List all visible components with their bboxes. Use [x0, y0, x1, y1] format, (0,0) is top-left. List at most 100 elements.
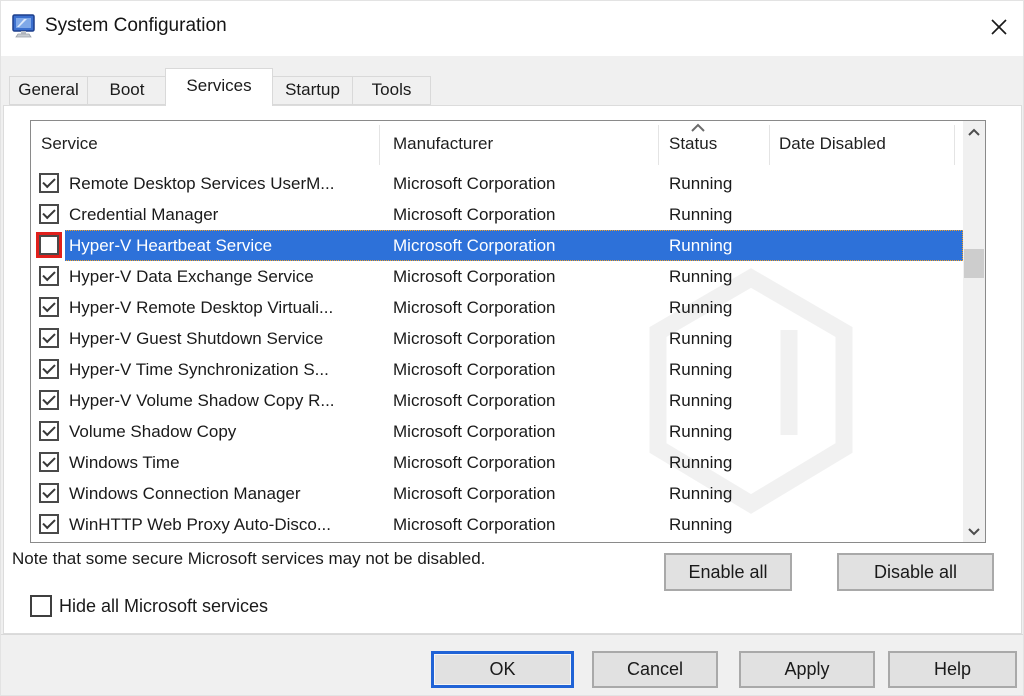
service-checkbox[interactable] [39, 328, 59, 348]
ok-button[interactable]: OK [431, 651, 574, 688]
service-name-cell: Volume Shadow Copy [69, 416, 236, 447]
service-checkbox[interactable] [39, 266, 59, 286]
manufacturer-cell: Microsoft Corporation [393, 447, 556, 478]
column-divider[interactable] [954, 125, 955, 165]
chevron-up-icon [967, 128, 981, 137]
service-row[interactable]: Hyper-V Remote Desktop Virtuali... Micro… [31, 292, 963, 323]
service-name-cell: Windows Time [69, 447, 180, 478]
service-checkbox[interactable] [39, 359, 59, 379]
apply-button[interactable]: Apply [739, 651, 875, 688]
tab-general[interactable]: General [9, 76, 88, 105]
service-name-cell: Hyper-V Data Exchange Service [69, 261, 314, 292]
tab-services[interactable]: Services [165, 68, 273, 106]
service-checkbox-cell [31, 416, 65, 447]
service-checkbox[interactable] [39, 204, 59, 224]
column-header-date-disabled[interactable]: Date Disabled [779, 134, 886, 154]
service-checkbox[interactable] [39, 483, 59, 503]
service-checkbox-cell [31, 478, 65, 509]
service-row[interactable]: Hyper-V Heartbeat Service Microsoft Corp… [31, 230, 963, 261]
service-row[interactable]: Windows Connection Manager Microsoft Cor… [31, 478, 963, 509]
status-cell: Running [669, 261, 732, 292]
status-cell: Running [669, 509, 732, 540]
service-checkbox[interactable] [39, 173, 59, 193]
service-name-cell: Hyper-V Volume Shadow Copy R... [69, 385, 335, 416]
manufacturer-cell: Microsoft Corporation [393, 168, 556, 199]
service-row[interactable]: Hyper-V Guest Shutdown Service Microsoft… [31, 323, 963, 354]
service-checkbox[interactable] [39, 452, 59, 472]
service-checkbox-cell [31, 323, 65, 354]
column-divider[interactable] [658, 125, 659, 165]
enable-all-button[interactable]: Enable all [664, 553, 792, 591]
column-header-manufacturer[interactable]: Manufacturer [393, 134, 493, 154]
status-cell: Running [669, 323, 732, 354]
status-cell: Running [669, 385, 732, 416]
help-button[interactable]: Help [888, 651, 1017, 688]
service-name-cell: Credential Manager [69, 199, 218, 230]
scroll-down-button[interactable] [963, 520, 985, 542]
status-cell: Running [669, 354, 732, 385]
disable-all-button[interactable]: Disable all [837, 553, 994, 591]
status-cell: Running [669, 447, 732, 478]
service-checkbox[interactable] [39, 297, 59, 317]
status-cell: Running [669, 292, 732, 323]
tab-startup[interactable]: Startup [272, 76, 353, 105]
service-checkbox[interactable] [39, 235, 59, 255]
hide-all-microsoft-services-label: Hide all Microsoft services [59, 596, 268, 617]
service-checkbox-cell [31, 292, 65, 323]
scroll-up-button[interactable] [963, 121, 985, 143]
column-header-status[interactable]: Status [669, 134, 717, 154]
service-checkbox[interactable] [39, 514, 59, 534]
service-row[interactable]: Volume Shadow Copy Microsoft Corporation… [31, 416, 963, 447]
manufacturer-cell: Microsoft Corporation [393, 416, 556, 447]
service-row[interactable]: Hyper-V Data Exchange Service Microsoft … [31, 261, 963, 292]
service-checkbox-cell [31, 168, 65, 199]
hide-all-microsoft-services-checkbox[interactable] [30, 595, 52, 617]
service-checkbox[interactable] [39, 421, 59, 441]
service-row[interactable]: Hyper-V Volume Shadow Copy R... Microsof… [31, 385, 963, 416]
column-divider[interactable] [379, 125, 380, 165]
tab-tools[interactable]: Tools [352, 76, 431, 105]
service-row[interactable]: Windows Time Microsoft Corporation Runni… [31, 447, 963, 478]
service-checkbox-cell [31, 261, 65, 292]
status-cell: Running [669, 416, 732, 447]
manufacturer-cell: Microsoft Corporation [393, 292, 556, 323]
status-cell: Running [669, 478, 732, 509]
manufacturer-cell: Microsoft Corporation [393, 385, 556, 416]
scrollbar-thumb[interactable] [964, 249, 984, 278]
cancel-button[interactable]: Cancel [592, 651, 718, 688]
footer-divider [1, 634, 1023, 635]
status-cell: Running [669, 199, 732, 230]
close-button[interactable] [983, 11, 1015, 43]
status-cell: Running [669, 230, 732, 261]
manufacturer-cell: Microsoft Corporation [393, 478, 556, 509]
status-cell: Running [669, 168, 732, 199]
service-name-cell: Hyper-V Time Synchronization S... [69, 354, 329, 385]
service-row[interactable]: Remote Desktop Services UserM... Microso… [31, 168, 963, 199]
manufacturer-cell: Microsoft Corporation [393, 230, 556, 261]
manufacturer-cell: Microsoft Corporation [393, 323, 556, 354]
service-checkbox[interactable] [39, 390, 59, 410]
manufacturer-cell: Microsoft Corporation [393, 354, 556, 385]
service-checkbox-cell [31, 199, 65, 230]
column-divider[interactable] [769, 125, 770, 165]
services-note: Note that some secure Microsoft services… [12, 549, 485, 569]
column-header-service[interactable]: Service [41, 134, 98, 154]
tab-boot[interactable]: Boot [87, 76, 167, 105]
service-checkbox-cell [31, 509, 65, 540]
services-list-header: Service Manufacturer Status Date Disable… [31, 121, 963, 168]
vertical-scrollbar[interactable] [963, 121, 985, 542]
chevron-down-icon [967, 527, 981, 536]
title-bar: System Configuration [1, 1, 1023, 56]
services-list: Service Manufacturer Status Date Disable… [30, 120, 986, 543]
service-name-cell: Hyper-V Remote Desktop Virtuali... [69, 292, 333, 323]
service-checkbox-cell [31, 447, 65, 478]
service-row[interactable]: Credential Manager Microsoft Corporation… [31, 199, 963, 230]
service-row[interactable]: Hyper-V Time Synchronization S... Micros… [31, 354, 963, 385]
service-checkbox-cell [31, 385, 65, 416]
service-name-cell: Windows Connection Manager [69, 478, 301, 509]
service-row[interactable]: WinHTTP Web Proxy Auto-Disco... Microsof… [31, 509, 963, 540]
service-name-cell: Remote Desktop Services UserM... [69, 168, 334, 199]
service-checkbox-cell [31, 354, 65, 385]
services-list-body: Remote Desktop Services UserM... Microso… [31, 168, 963, 542]
system-configuration-window: System Configuration General Boot Servic… [0, 0, 1024, 696]
